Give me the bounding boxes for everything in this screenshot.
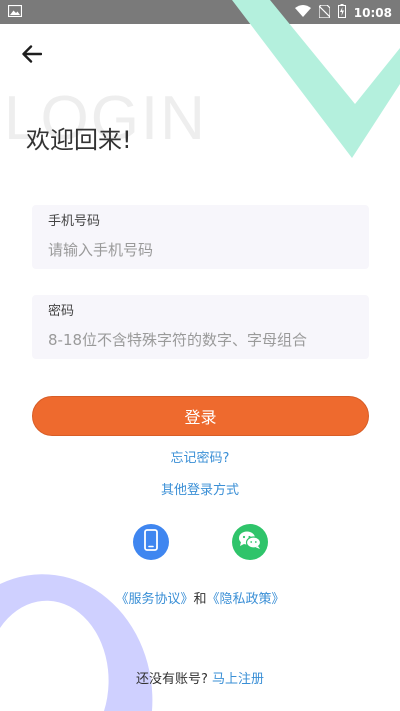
- login-button[interactable]: 登录: [32, 396, 369, 436]
- no-sim-icon: [318, 3, 331, 21]
- agreement-text: 《服务协议》和《隐私政策》: [0, 588, 400, 607]
- password-field: 密码: [32, 295, 369, 359]
- phone-login-button[interactable]: [133, 524, 169, 560]
- phone-label: 手机号码: [48, 214, 101, 229]
- wechat-icon: [238, 530, 262, 554]
- phone-input[interactable]: [48, 239, 353, 261]
- agreement-and: 和: [193, 592, 207, 607]
- status-time: 10:08: [353, 5, 392, 20]
- gallery-icon: [7, 4, 23, 18]
- mobile-phone-icon: [144, 529, 158, 555]
- back-button[interactable]: [16, 40, 48, 72]
- wechat-login-button[interactable]: [232, 524, 268, 560]
- battery-charging-icon: [337, 4, 346, 21]
- privacy-policy-link[interactable]: 《隐私政策》: [207, 592, 285, 607]
- signup-row: 还没有账号? 马上注册: [0, 668, 400, 687]
- phone-field: 手机号码: [32, 205, 369, 269]
- welcome-title: 欢迎回来!: [26, 126, 132, 154]
- status-bar: 10:08: [0, 0, 400, 24]
- other-login-methods-label: 其他登录方式: [160, 483, 239, 498]
- wifi-icon: [294, 5, 311, 20]
- arrow-left-icon: [22, 45, 43, 67]
- password-label: 密码: [48, 304, 75, 319]
- status-indicators: 10:08: [294, 3, 392, 21]
- signup-link[interactable]: 马上注册: [212, 672, 264, 687]
- forgot-password-link[interactable]: 忘记密码?: [0, 447, 400, 466]
- signup-prompt: 还没有账号?: [135, 672, 208, 687]
- password-input[interactable]: [48, 329, 353, 351]
- service-agreement-link[interactable]: 《服务协议》: [115, 592, 193, 607]
